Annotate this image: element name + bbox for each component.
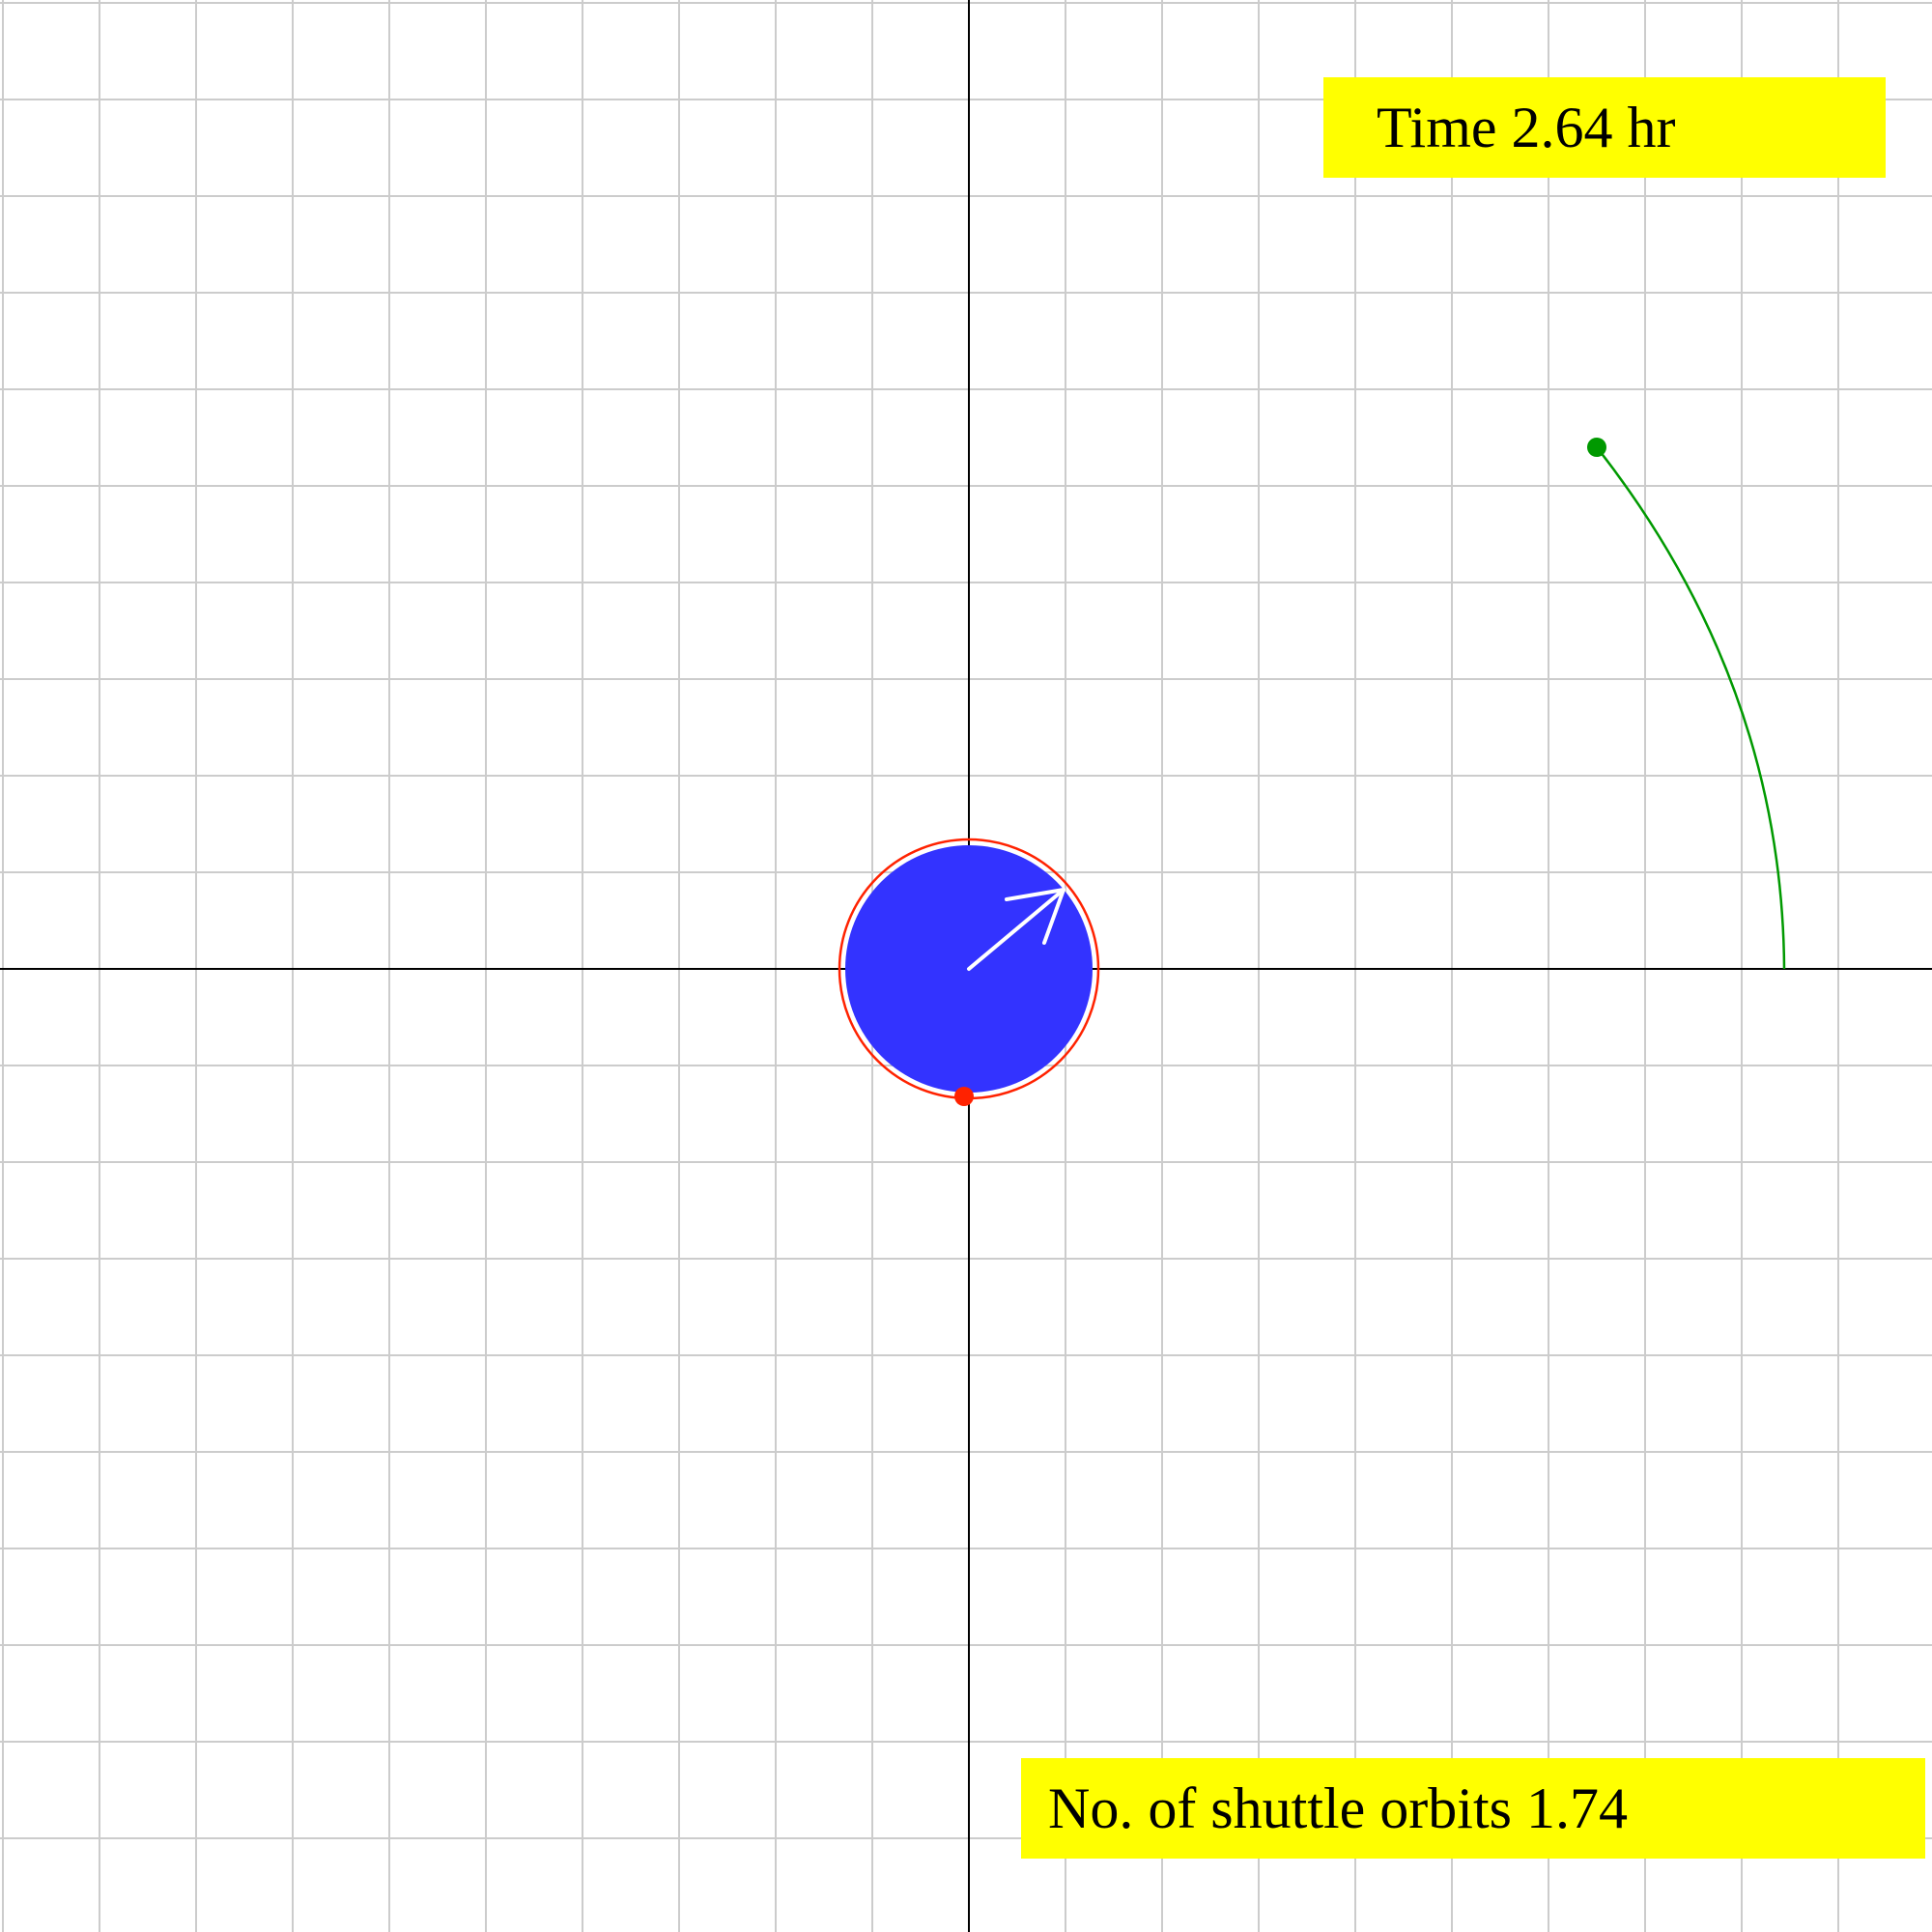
orbits-value: 1.74 — [1525, 1776, 1628, 1840]
time-readout: Time 2.64 hr — [1323, 77, 1886, 178]
orbit-diagram — [0, 0, 1932, 1932]
orbits-prefix: No. of shuttle orbits — [1048, 1776, 1512, 1840]
moon-dot — [1587, 438, 1606, 457]
shuttle-dot — [954, 1087, 974, 1106]
moon-trajectory — [1596, 446, 1786, 970]
time-prefix: Time — [1377, 96, 1497, 159]
time-value: 2.64 — [1511, 96, 1613, 159]
time-unit: hr — [1627, 96, 1676, 159]
orbits-readout: No. of shuttle orbits 1.74 — [1021, 1758, 1925, 1859]
